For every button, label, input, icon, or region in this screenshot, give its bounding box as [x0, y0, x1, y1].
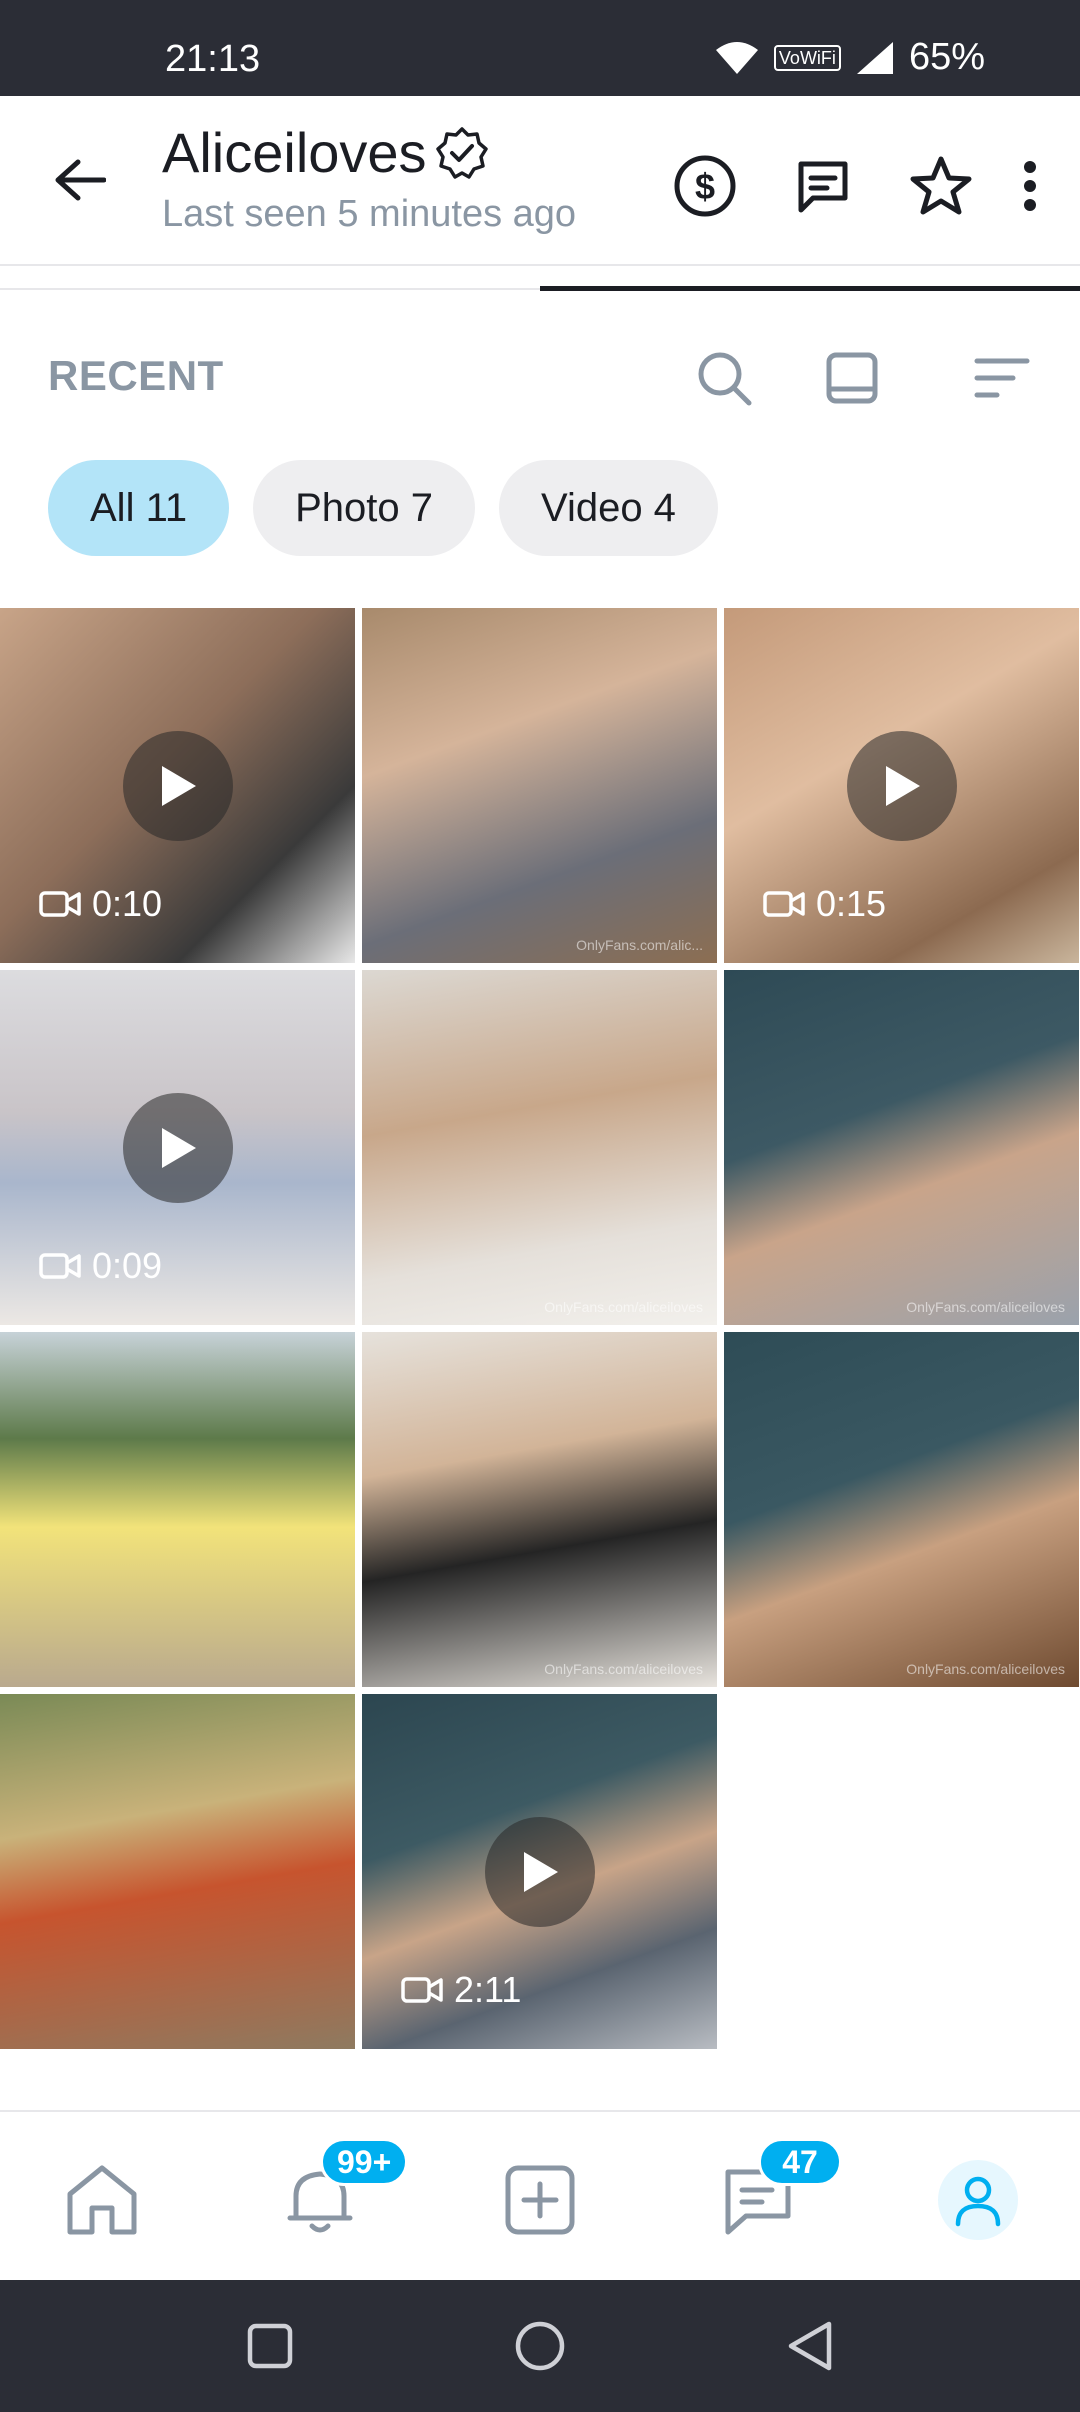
dollar-circle-icon: $	[674, 155, 736, 217]
recents-button[interactable]	[240, 2316, 300, 2376]
search-icon	[698, 352, 752, 406]
layout-toggle-button[interactable]	[822, 348, 882, 408]
media-tile[interactable]	[0, 1332, 355, 1687]
system-nav-bar	[0, 2280, 1080, 2412]
watermark: OnlyFans.com/aliceiloves	[906, 1661, 1065, 1677]
profile-avatar	[938, 2160, 1018, 2240]
arrow-left-icon	[55, 159, 106, 201]
nav-home[interactable]	[54, 2152, 150, 2248]
bottom-nav: 99+ 47	[0, 2112, 1080, 2280]
home-system-button[interactable]	[510, 2316, 570, 2376]
message-icon	[798, 161, 848, 213]
media-tile[interactable]: 2:11	[362, 1694, 717, 2049]
status-indicators: VoWiFi 65%	[714, 36, 985, 79]
media-tile[interactable]: 0:15	[724, 608, 1079, 963]
sort-icon	[974, 358, 1030, 398]
play-icon	[484, 1816, 595, 1927]
svg-text:$: $	[695, 166, 715, 207]
tab-indicator-bar	[0, 286, 1080, 291]
media-tile[interactable]: OnlyFans.com/aliceiloves	[724, 970, 1079, 1325]
notifications-badge: 99+	[320, 2138, 409, 2186]
media-tile[interactable]: OnlyFans.com/aliceiloves	[362, 970, 717, 1325]
watermark: OnlyFans.com/aliceiloves	[544, 1299, 703, 1315]
video-camera-icon	[401, 1977, 443, 2003]
watermark: OnlyFans.com/aliceiloves	[544, 1661, 703, 1677]
chip-photo[interactable]: Photo 7	[253, 460, 475, 556]
play-icon	[846, 730, 957, 841]
tab-posts[interactable]	[0, 288, 540, 290]
status-bar: 21:13 VoWiFi 65%	[0, 0, 1080, 96]
media-tile[interactable]: OnlyFans.com/aliceiloves	[362, 1332, 717, 1687]
back-button[interactable]	[48, 148, 112, 212]
triangle-back-icon	[788, 2321, 832, 2371]
nav-add-post[interactable]	[492, 2152, 588, 2248]
media-tile[interactable]: OnlyFans.com/alic...	[362, 608, 717, 963]
chip-all[interactable]: All 11	[48, 460, 230, 556]
play-icon	[122, 1092, 233, 1203]
video-duration: 0:09	[38, 1245, 162, 1287]
nav-notifications[interactable]: 99+	[272, 2138, 409, 2248]
profile-header: Aliceiloves Last seen 5 minutes ago $	[0, 96, 1080, 266]
video-duration: 2:11	[400, 1969, 521, 2011]
favorite-button[interactable]	[882, 146, 1000, 226]
status-time: 21:13	[165, 38, 261, 80]
section-toolbar: RECENT	[0, 330, 1080, 420]
media-tile[interactable]: OnlyFans.com/aliceiloves	[724, 1332, 1079, 1687]
sort-button[interactable]	[972, 348, 1032, 408]
signal-icon	[856, 41, 893, 74]
circle-icon	[515, 2321, 565, 2371]
more-vertical-icon	[1024, 161, 1036, 211]
star-icon	[910, 156, 972, 215]
media-tile[interactable]: 0:10	[0, 608, 355, 963]
message-button[interactable]	[764, 146, 882, 226]
wifi-icon	[715, 41, 758, 74]
video-duration: 0:15	[762, 883, 886, 925]
square-icon	[247, 2323, 293, 2369]
last-seen-status: Last seen 5 minutes ago	[162, 193, 577, 235]
section-label: RECENT	[48, 352, 224, 399]
watermark: OnlyFans.com/aliceiloves	[906, 1299, 1065, 1315]
plus-square-icon	[505, 2165, 575, 2235]
vowifi-icon: VoWiFi	[773, 44, 841, 71]
media-tile[interactable]	[0, 1694, 355, 2049]
filter-chips: All 11 Photo 7 Video 4	[48, 460, 718, 556]
user-icon	[955, 2176, 1001, 2227]
video-duration: 0:10	[38, 883, 162, 925]
title-block: Aliceiloves Last seen 5 minutes ago	[162, 120, 576, 236]
battery-level: 65%	[908, 36, 985, 78]
messages-badge: 47	[758, 2138, 842, 2186]
media-tile[interactable]: 0:09	[0, 970, 355, 1325]
header-actions: $	[646, 146, 1060, 226]
tab-media[interactable]	[540, 286, 1080, 291]
search-button[interactable]	[694, 348, 754, 408]
page-title: Aliceiloves	[162, 121, 427, 184]
tip-button[interactable]: $	[646, 146, 764, 226]
verified-icon	[435, 126, 488, 179]
nav-profile[interactable]	[930, 2152, 1026, 2248]
chip-video[interactable]: Video 4	[498, 460, 718, 556]
layout-icon	[826, 352, 878, 404]
video-camera-icon	[763, 891, 805, 917]
video-camera-icon	[39, 891, 81, 917]
more-button[interactable]	[1000, 146, 1060, 226]
media-grid: 0:10 OnlyFans.com/alic... 0:15 0:09 Only…	[0, 608, 1080, 2049]
watermark: OnlyFans.com/alic...	[576, 937, 703, 953]
back-system-button[interactable]	[780, 2316, 840, 2376]
play-icon	[122, 730, 233, 841]
video-camera-icon	[39, 1253, 81, 1279]
nav-messages[interactable]: 47	[710, 2138, 842, 2248]
home-icon	[67, 2165, 137, 2235]
